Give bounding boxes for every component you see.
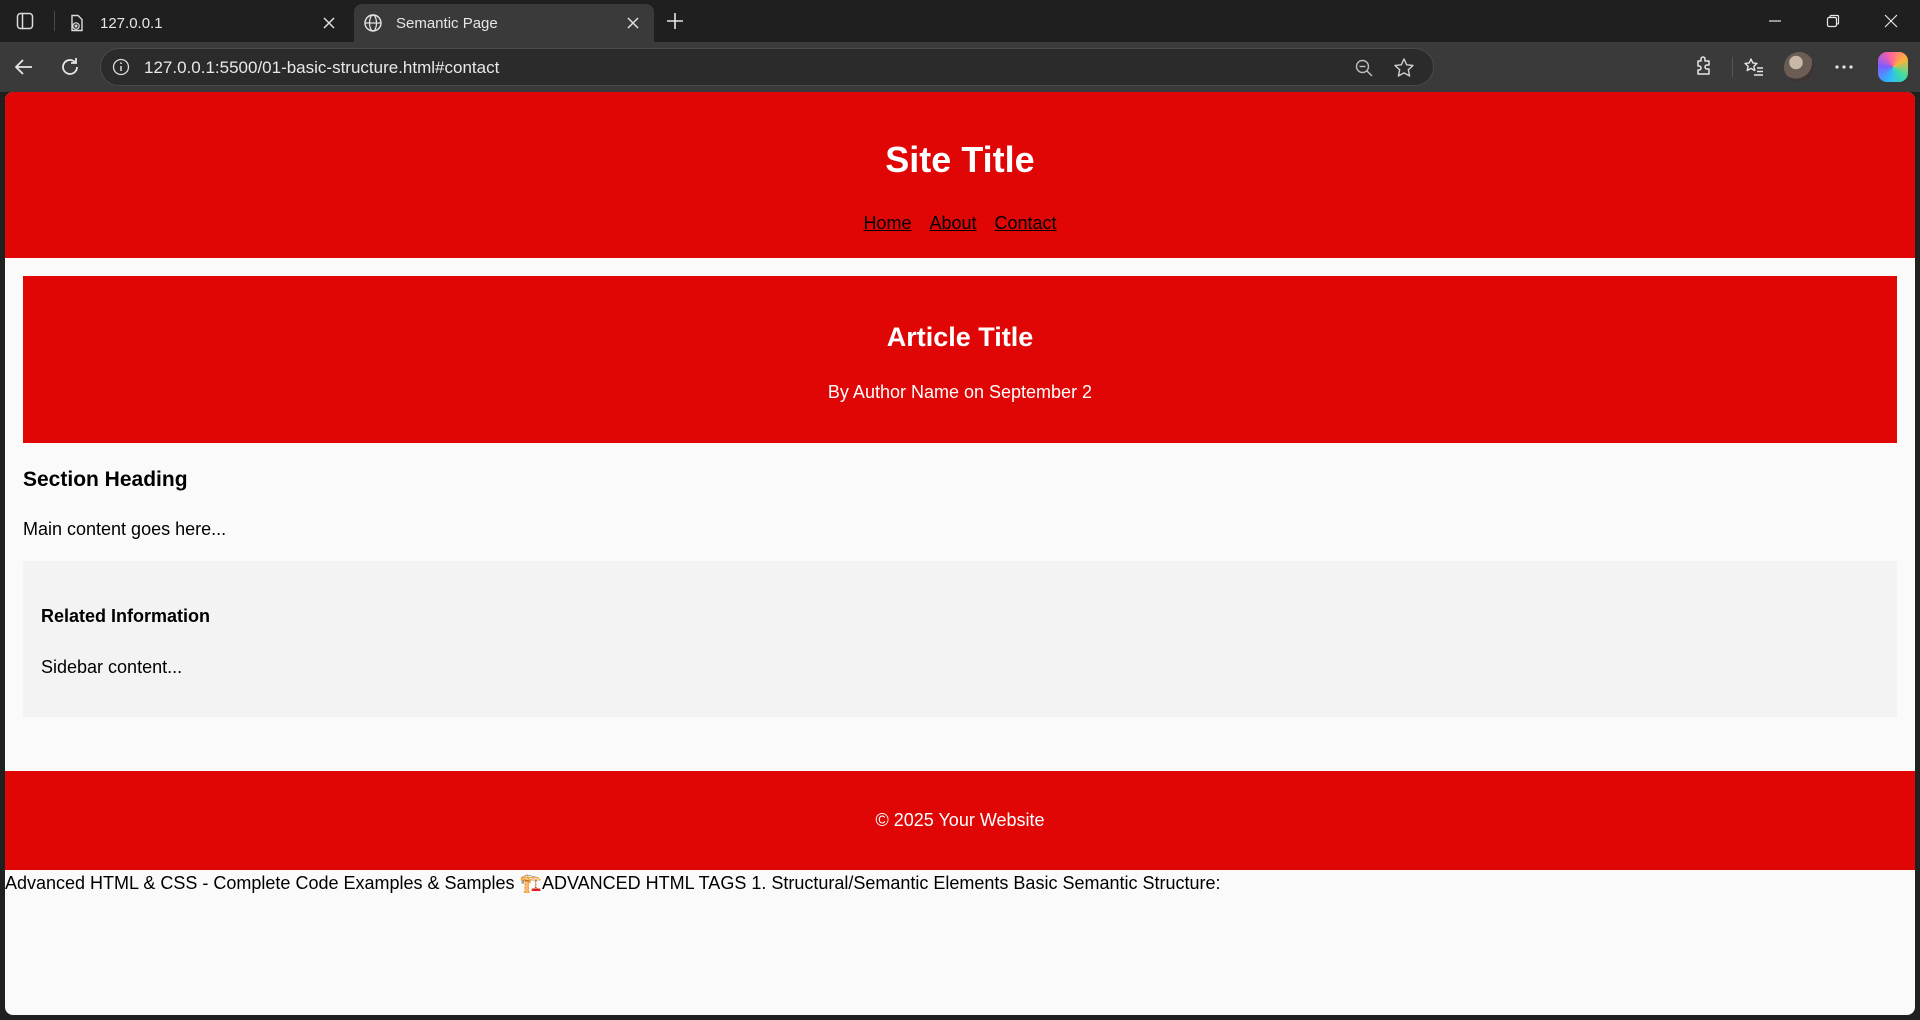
footer-copyright: © 2025 Your Website bbox=[875, 810, 1045, 830]
tab-actions-icon[interactable] bbox=[10, 8, 40, 34]
copilot-icon[interactable] bbox=[1878, 52, 1908, 82]
tab-strip: 127.0.0.1 Semantic Page bbox=[0, 0, 1920, 42]
sidebar-aside: Related Information Sidebar content... bbox=[23, 561, 1897, 717]
back-arrow-icon[interactable] bbox=[8, 51, 40, 83]
article-header: Article Title By Author Name on Septembe… bbox=[23, 276, 1897, 443]
aside-heading: Related Information bbox=[41, 606, 211, 626]
site-header: Site Title Home About Contact bbox=[5, 92, 1915, 258]
tab-title: Semantic Page bbox=[396, 14, 498, 32]
close-icon[interactable] bbox=[316, 10, 342, 36]
minimize-icon[interactable] bbox=[1746, 0, 1804, 42]
toolbar-divider bbox=[1732, 57, 1733, 77]
tab-localhost[interactable]: 127.0.0.1 bbox=[58, 4, 350, 42]
restore-icon[interactable] bbox=[1804, 0, 1862, 42]
globe-icon bbox=[362, 12, 384, 34]
window-close-icon[interactable] bbox=[1862, 0, 1920, 42]
browser-toolbar: 127.0.0.1:5500/01-basic-structure.html#c… bbox=[0, 42, 1920, 92]
tab-semantic-page[interactable]: Semantic Page bbox=[354, 4, 654, 42]
article-meta: By Author Name on September 2 bbox=[827, 382, 1093, 402]
favorite-star-icon[interactable] bbox=[1391, 55, 1417, 81]
site-nav: Home About Contact bbox=[5, 213, 1915, 234]
article-title: Article Title bbox=[886, 322, 1034, 352]
address-bar[interactable]: 127.0.0.1:5500/01-basic-structure.html#c… bbox=[100, 48, 1434, 86]
url-text[interactable]: 127.0.0.1:5500/01-basic-structure.html#c… bbox=[144, 58, 499, 78]
main-content-text: Main content goes here... bbox=[23, 519, 227, 539]
more-options-icon[interactable] bbox=[1828, 51, 1860, 83]
nav-link-contact[interactable]: Contact bbox=[995, 213, 1057, 234]
reload-icon[interactable] bbox=[54, 51, 86, 83]
section-heading: Section Heading bbox=[23, 468, 188, 491]
new-tab-plus-icon[interactable] bbox=[660, 6, 690, 36]
page-viewport: Site Title Home About Contact Article Ti… bbox=[5, 92, 1915, 1015]
raw-body-text: Advanced HTML & CSS - Complete Code Exam… bbox=[5, 873, 1221, 893]
nav-link-home[interactable]: Home bbox=[863, 213, 911, 234]
tab-separator bbox=[54, 11, 55, 31]
aside-text: Sidebar content... bbox=[41, 657, 183, 677]
site-info-icon[interactable] bbox=[111, 57, 131, 77]
profile-avatar[interactable] bbox=[1784, 52, 1814, 82]
favorites-list-icon[interactable] bbox=[1738, 51, 1770, 83]
close-icon[interactable] bbox=[620, 10, 646, 36]
nav-link-about[interactable]: About bbox=[929, 213, 976, 234]
zoom-out-icon[interactable] bbox=[1351, 55, 1377, 81]
file-icon bbox=[66, 12, 88, 34]
tab-title: 127.0.0.1 bbox=[100, 14, 163, 32]
site-footer: © 2025 Your Website bbox=[5, 771, 1915, 870]
site-title: Site Title bbox=[885, 139, 1035, 180]
extensions-puzzle-icon[interactable] bbox=[1688, 51, 1720, 83]
